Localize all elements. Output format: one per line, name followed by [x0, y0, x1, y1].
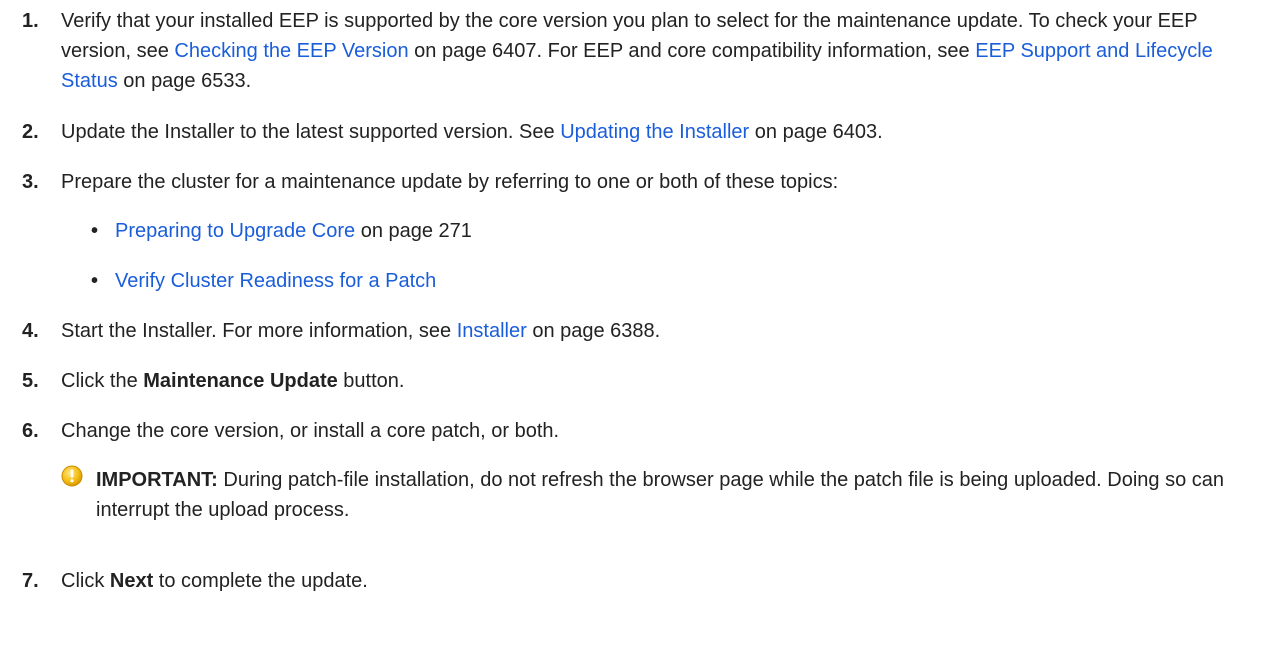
installer-link[interactable]: Installer	[457, 320, 527, 342]
step-4: 4. Start the Installer. For more informa…	[22, 316, 1272, 346]
updating-installer-link[interactable]: Updating the Installer	[560, 121, 749, 143]
step-text: Change the core version, or install a co…	[61, 420, 560, 442]
step-number: 5.	[22, 370, 39, 392]
step-7: 7. Click Next to complete the update.	[22, 566, 1272, 596]
step-5: 5. Click the Maintenance Update button.	[22, 366, 1272, 396]
step-number: 7.	[22, 570, 39, 592]
important-label: IMPORTANT:	[96, 469, 218, 491]
step-number: 6.	[22, 420, 39, 442]
warning-icon	[61, 465, 83, 487]
maintenance-update-label: Maintenance Update	[143, 370, 338, 392]
step-text: Click the Maintenance Update button.	[61, 370, 405, 392]
preparing-upgrade-core-link[interactable]: Preparing to Upgrade Core	[115, 220, 355, 242]
step-number: 4.	[22, 320, 39, 342]
step-number: 1.	[22, 10, 39, 32]
step-1: 1. Verify that your installed EEP is sup…	[22, 6, 1272, 96]
step-number: 3.	[22, 171, 39, 193]
step-number: 2.	[22, 121, 39, 143]
next-label: Next	[109, 570, 154, 592]
bullet-icon: •	[91, 270, 99, 292]
bullet-icon: •	[91, 220, 99, 242]
step-3: 3. Prepare the cluster for a maintenance…	[22, 167, 1272, 197]
note-text: IMPORTANT: During patch-file installatio…	[96, 469, 1225, 521]
step-text: Verify that your installed EEP is suppor…	[61, 10, 1213, 92]
step-2: 2. Update the Installer to the latest su…	[22, 117, 1272, 147]
important-note: IMPORTANT: During patch-file installatio…	[61, 465, 1271, 525]
bullet-item: • Verify Cluster Readiness for a Patch	[91, 266, 436, 296]
step-text: Prepare the cluster for a maintenance up…	[61, 171, 839, 193]
step-text: Start the Installer. For more informatio…	[61, 320, 661, 342]
step-text: Update the Installer to the latest suppo…	[61, 121, 883, 143]
step-text: Click Next to complete the update.	[61, 570, 368, 592]
bullet-item: • Preparing to Upgrade Core on page 271	[91, 216, 472, 246]
step-6: 6. Change the core version, or install a…	[22, 416, 1272, 446]
verify-cluster-readiness-link[interactable]: Verify Cluster Readiness for a Patch	[115, 270, 436, 292]
checking-eep-version-link[interactable]: Checking the EEP Version	[174, 40, 408, 62]
